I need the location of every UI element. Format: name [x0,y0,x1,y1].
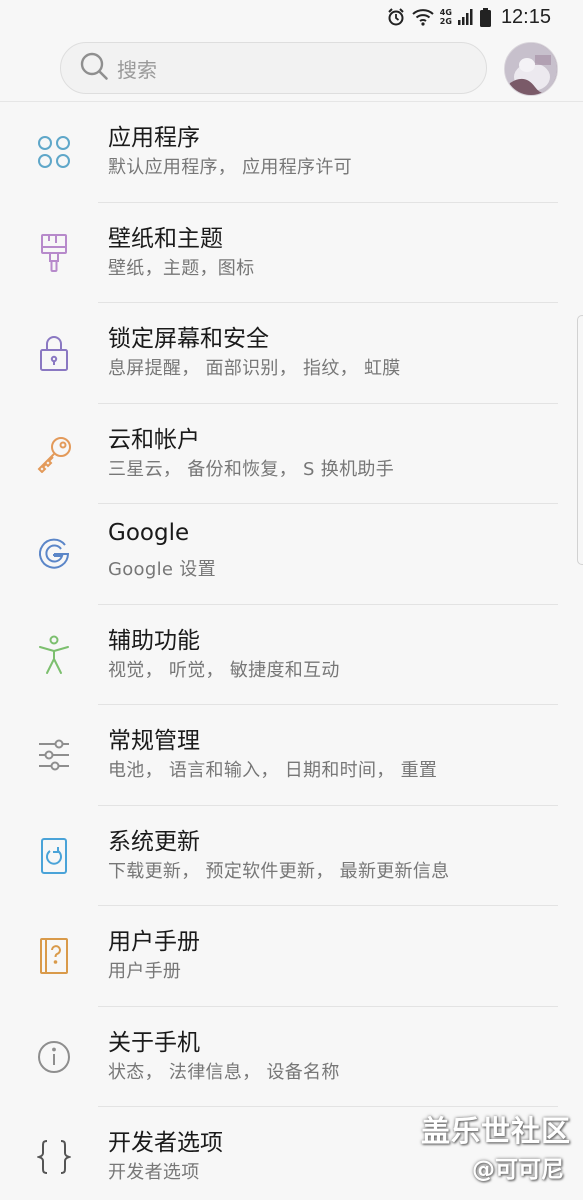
search-placeholder: 搜索 [117,57,157,82]
settings-item-google[interactable]: Google Google 设置 [0,504,583,605]
settings-item-subtitle: Google 设置 [108,559,216,580]
signal-icon [457,9,474,25]
settings-item-subtitle: 视觉， 听觉， 敏捷度和互动 [108,659,340,681]
settings-item-subtitle: 默认应用程序， 应用程序许可 [108,157,352,178]
key-icon [34,434,74,474]
paint-brush-icon [34,233,74,273]
settings-item-title: 用户手册 [108,929,200,955]
status-bar: 4G 2G 12:15 [0,0,583,34]
settings-item-title: 锁定屏幕和安全 [108,326,269,352]
watermark-author: @可可尼 [472,1157,564,1183]
settings-item-subtitle: 三星云， 备份和恢复， S 换机助手 [108,458,394,480]
developer-braces-icon [34,1137,74,1177]
settings-item-title: 应用程序 [108,125,200,151]
settings-screen: 4G 2G 12:15 搜索 应用程序 默认应用程序， 应用程序许可 壁纸和主题… [0,0,583,1200]
settings-item-title: Google [108,520,190,546]
settings-item-apps[interactable]: 应用程序 默认应用程序， 应用程序许可 [0,102,583,203]
scroll-indicator[interactable] [577,315,583,565]
settings-item-subtitle: 用户手册 [108,961,182,982]
sliders-icon [34,735,74,775]
settings-item-subtitle: 壁纸，主题，图标 [108,257,255,279]
apps-grid-icon [34,132,74,172]
settings-item-title: 云和帐户 [108,426,200,453]
user-manual-icon [34,936,74,976]
status-time: 12:15 [500,5,551,28]
search-bar[interactable]: 搜索 [60,42,487,94]
info-icon [34,1037,74,1077]
wifi-icon [412,8,434,26]
settings-item-subtitle: 下载更新， 预定软件更新， 最新更新信息 [108,860,450,882]
settings-item-title: 系统更新 [108,828,200,855]
settings-item-system-update[interactable]: 系统更新 下载更新， 预定软件更新， 最新更新信息 [0,806,583,906]
battery-icon [479,7,491,27]
network-type-bottom: 2G [439,17,452,26]
alarm-icon [386,7,406,27]
system-update-icon [34,836,74,876]
settings-item-title: 壁纸和主题 [108,225,223,252]
profile-avatar[interactable] [504,42,558,96]
settings-item-cloud-accounts[interactable]: 云和帐户 三星云， 备份和恢复， S 换机助手 [0,404,583,504]
settings-item-user-manual[interactable]: 用户手册 用户手册 [0,906,583,1007]
accessibility-icon [34,635,74,675]
settings-item-subtitle: 状态， 法律信息， 设备名称 [108,1061,340,1083]
settings-item-about-phone[interactable]: 关于手机 状态， 法律信息， 设备名称 [0,1007,583,1107]
settings-item-accessibility[interactable]: 辅助功能 视觉， 听觉， 敏捷度和互动 [0,605,583,705]
avatar-image [505,43,557,95]
settings-item-title: 开发者选项 [108,1130,223,1156]
google-icon [34,534,74,574]
settings-item-subtitle: 电池， 语言和输入， 日期和时间， 重置 [108,760,438,781]
network-type-top: 4G [439,8,452,17]
settings-item-title: 关于手机 [108,1029,200,1056]
settings-item-title: 常规管理 [108,728,200,754]
settings-item-general-management[interactable]: 常规管理 电池， 语言和输入， 日期和时间， 重置 [0,705,583,806]
settings-list: 应用程序 默认应用程序， 应用程序许可 壁纸和主题 壁纸，主题，图标 锁定屏幕和… [0,102,583,1200]
settings-item-subtitle: 开发者选项 [108,1162,200,1183]
watermark-community: 盖乐世社区 [421,1114,572,1148]
settings-item-wallpapers-themes[interactable]: 壁纸和主题 壁纸，主题，图标 [0,203,583,303]
settings-item-title: 辅助功能 [108,627,200,654]
search-icon [79,51,109,85]
settings-item-subtitle: 息屏提醒， 面部识别， 指纹， 虹膜 [108,358,401,379]
padlock-icon [34,333,74,373]
settings-item-lock-screen-security[interactable]: 锁定屏幕和安全 息屏提醒， 面部识别， 指纹， 虹膜 [0,303,583,404]
network-type: 4G 2G [440,8,452,26]
